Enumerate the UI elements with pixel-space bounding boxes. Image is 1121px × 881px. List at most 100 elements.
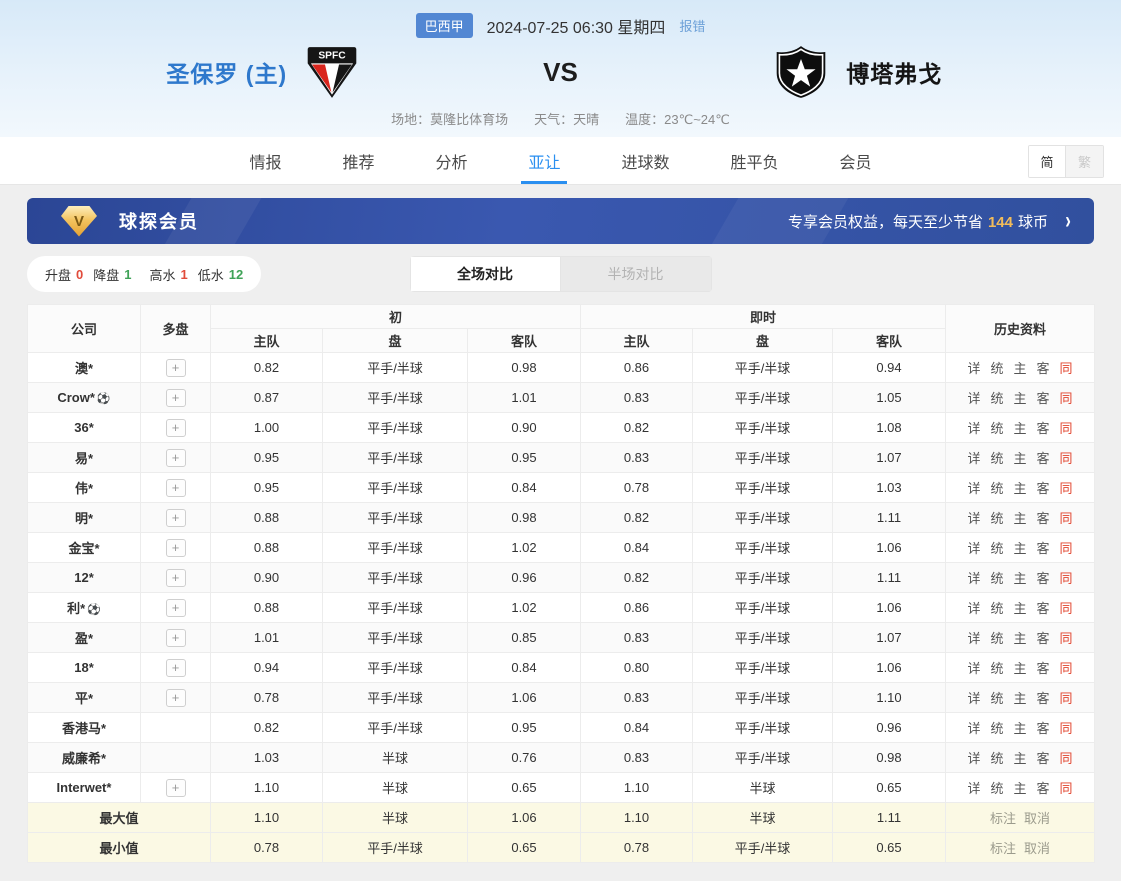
expand-multi-odds-button[interactable]: + [166,659,186,677]
history-link-away[interactable]: 客 [1037,721,1050,736]
history-link-away[interactable]: 客 [1037,391,1050,406]
history-link-home[interactable]: 主 [1014,751,1027,766]
expand-multi-odds-button[interactable]: + [166,779,186,797]
history-link-stats[interactable]: 统 [990,751,1003,766]
company-name[interactable]: 澳* [28,353,141,383]
history-link-detail[interactable]: 详 [967,781,980,796]
company-name[interactable]: 18* [28,653,141,683]
history-link-home[interactable]: 主 [1014,631,1027,646]
history-link-same[interactable]: 同 [1060,421,1073,436]
company-name[interactable]: Interwet* [28,773,141,803]
vip-banner[interactable]: V 球探会员 专享会员权益，每天至少节省144球币 › [27,198,1094,244]
history-link-away[interactable]: 客 [1037,421,1050,436]
company-name[interactable]: 12* [28,563,141,593]
history-link-stats[interactable]: 统 [990,421,1003,436]
history-link-stats[interactable]: 统 [990,601,1003,616]
company-name[interactable]: 明* [28,503,141,533]
history-link-same[interactable]: 同 [1060,391,1073,406]
history-link-detail[interactable]: 详 [967,691,980,706]
history-link-stats[interactable]: 统 [990,781,1003,796]
history-link-detail[interactable]: 详 [967,421,980,436]
tab-intel[interactable]: 情报 [249,137,281,184]
cancel-link[interactable]: 取消 [1024,811,1050,826]
history-link-detail[interactable]: 详 [967,721,980,736]
company-name[interactable]: 易* [28,443,141,473]
tab-asian-handicap[interactable]: 亚让 [528,137,560,184]
history-link-away[interactable]: 客 [1037,781,1050,796]
expand-multi-odds-button[interactable]: + [166,359,186,377]
tab-win-draw-lose[interactable]: 胜平负 [731,137,779,184]
simplified-chinese-button[interactable]: 简 [1029,146,1066,177]
history-link-home[interactable]: 主 [1014,571,1027,586]
history-link-stats[interactable]: 统 [990,631,1003,646]
expand-multi-odds-button[interactable]: + [166,629,186,647]
history-link-detail[interactable]: 详 [967,481,980,496]
company-name[interactable]: 威廉希* [28,743,141,773]
chevron-right-icon[interactable]: › [1065,209,1071,233]
company-name[interactable]: 香港马* [28,713,141,743]
tab-recommend[interactable]: 推荐 [342,137,374,184]
company-name[interactable]: 伟* [28,473,141,503]
history-link-stats[interactable]: 统 [990,661,1003,676]
history-link-detail[interactable]: 详 [967,631,980,646]
history-link-stats[interactable]: 统 [990,691,1003,706]
company-name[interactable]: 平* [28,683,141,713]
history-link-away[interactable]: 客 [1037,661,1050,676]
history-link-same[interactable]: 同 [1060,511,1073,526]
company-name[interactable]: 利*⚽ [28,593,141,623]
history-link-away[interactable]: 客 [1037,511,1050,526]
history-link-home[interactable]: 主 [1014,481,1027,496]
expand-multi-odds-button[interactable]: + [166,689,186,707]
history-link-same[interactable]: 同 [1060,571,1073,586]
tab-analysis[interactable]: 分析 [435,137,467,184]
expand-multi-odds-button[interactable]: + [166,449,186,467]
history-link-home[interactable]: 主 [1014,511,1027,526]
company-name[interactable]: Crow*⚽ [28,383,141,413]
history-link-detail[interactable]: 详 [967,661,980,676]
history-link-home[interactable]: 主 [1014,601,1027,616]
history-link-away[interactable]: 客 [1037,451,1050,466]
history-link-stats[interactable]: 统 [990,481,1003,496]
mark-link[interactable]: 标注 [990,811,1016,826]
history-link-stats[interactable]: 统 [990,451,1003,466]
history-link-same[interactable]: 同 [1060,661,1073,676]
history-link-away[interactable]: 客 [1037,481,1050,496]
history-link-same[interactable]: 同 [1060,631,1073,646]
history-link-same[interactable]: 同 [1060,481,1073,496]
history-link-detail[interactable]: 详 [967,571,980,586]
expand-multi-odds-button[interactable]: + [166,569,186,587]
history-link-stats[interactable]: 统 [990,571,1003,586]
expand-multi-odds-button[interactable]: + [166,479,186,497]
history-link-detail[interactable]: 详 [967,451,980,466]
report-error-link[interactable]: 报错 [679,16,705,35]
history-link-same[interactable]: 同 [1060,721,1073,736]
history-link-detail[interactable]: 详 [967,391,980,406]
company-name[interactable]: 盈* [28,623,141,653]
mark-link[interactable]: 标注 [990,841,1016,856]
history-link-away[interactable]: 客 [1037,541,1050,556]
history-link-stats[interactable]: 统 [990,721,1003,736]
history-link-home[interactable]: 主 [1014,361,1027,376]
history-link-same[interactable]: 同 [1060,541,1073,556]
history-link-away[interactable]: 客 [1037,361,1050,376]
history-link-same[interactable]: 同 [1060,361,1073,376]
history-link-same[interactable]: 同 [1060,751,1073,766]
expand-multi-odds-button[interactable]: + [166,599,186,617]
history-link-home[interactable]: 主 [1014,451,1027,466]
history-link-detail[interactable]: 详 [967,751,980,766]
expand-multi-odds-button[interactable]: + [166,539,186,557]
history-link-home[interactable]: 主 [1014,661,1027,676]
company-name[interactable]: 金宝* [28,533,141,563]
history-link-away[interactable]: 客 [1037,751,1050,766]
history-link-away[interactable]: 客 [1037,631,1050,646]
history-link-home[interactable]: 主 [1014,691,1027,706]
traditional-chinese-button[interactable]: 繁 [1066,146,1103,177]
history-link-detail[interactable]: 详 [967,601,980,616]
history-link-stats[interactable]: 统 [990,511,1003,526]
history-link-same[interactable]: 同 [1060,601,1073,616]
history-link-stats[interactable]: 统 [990,541,1003,556]
history-link-stats[interactable]: 统 [990,391,1003,406]
history-link-home[interactable]: 主 [1014,781,1027,796]
tab-member[interactable]: 会员 [840,137,872,184]
expand-multi-odds-button[interactable]: + [166,509,186,527]
